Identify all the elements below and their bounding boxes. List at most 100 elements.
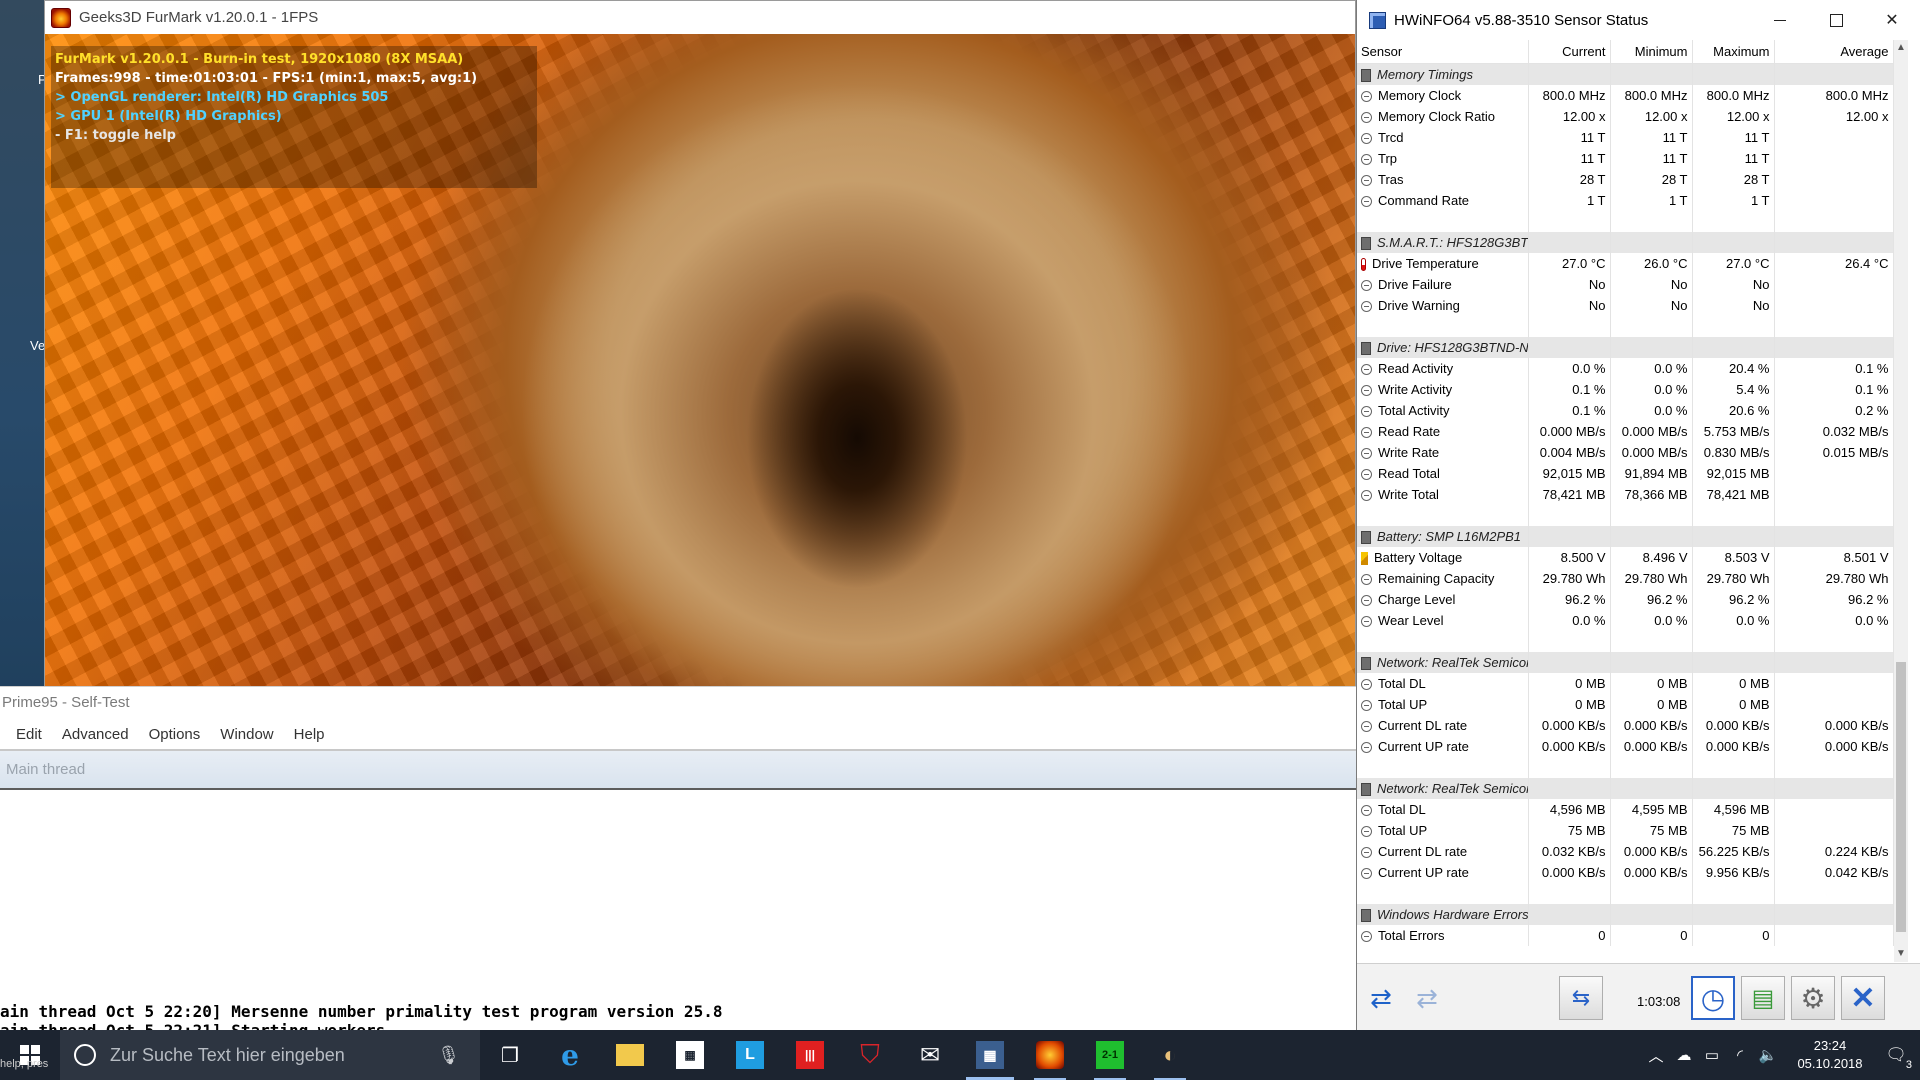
onedrive-icon[interactable]: ☁ <box>1670 1046 1698 1064</box>
arrow-left-right-icon[interactable]: ⇄ <box>1359 976 1403 1020</box>
taskbar-clock[interactable]: 23:24 05.10.2018 <box>1788 1037 1872 1073</box>
sensor-row[interactable]: Write Rate 0.004 MB/s 0.000 MB/s 0.830 MB/s… <box>1357 442 1894 463</box>
paint-taskbar-icon[interactable]: ◐ <box>1140 1030 1200 1080</box>
sensor-row[interactable]: Current UP rate 0.000 KB/s 0.000 KB/s 9.956… <box>1357 862 1894 883</box>
value-min: 8.496 V <box>1610 547 1693 568</box>
sensor-row[interactable]: Drive Temperature 27.0 °C 26.0 °C 27.0 °C 26… <box>1357 253 1894 274</box>
sensor-group-row[interactable]: Drive: HFS128G3BTND-N210A... <box>1357 337 1894 358</box>
store-icon[interactable]: ▦ <box>660 1030 720 1080</box>
sensor-row[interactable]: Total Activity 0.1 % 0.0 % 20.6 % 0.2 % <box>1357 400 1894 421</box>
sensor-row[interactable]: Trp 11 T 11 T 11 T <box>1357 148 1894 169</box>
microphone-icon[interactable]: 🎙 <box>437 1045 460 1066</box>
sensor-name-cell: Drive Temperature <box>1357 253 1529 274</box>
red-app-icon[interactable]: ||| <box>780 1030 840 1080</box>
gear-icon[interactable]: ⚙ <box>1791 976 1835 1020</box>
sensor-grid[interactable]: Sensor Current Minimum Maximum Average M… <box>1357 40 1908 962</box>
vertical-scrollbar[interactable]: ▲ ▼ <box>1894 40 1908 962</box>
sensor-row[interactable]: Read Total 92,015 MB 91,894 MB 92,015 MB <box>1357 463 1894 484</box>
sensor-row[interactable]: Memory Clock Ratio 12.00 x 12.00 x 12.00 x1… <box>1357 106 1894 127</box>
furmark-render-view[interactable]: FurMark v1.20.0.1 - Burn-in test, 1920x1… <box>45 34 1355 686</box>
empty-cell <box>1528 337 1611 358</box>
sensor-row[interactable]: Current DL rate 0.032 KB/s 0.000 KB/s 56.22… <box>1357 841 1894 862</box>
furmark-window[interactable]: Geeks3D FurMark v1.20.0.1 - 1FPS FurMark… <box>44 0 1356 686</box>
l-app-icon[interactable]: L <box>720 1030 780 1080</box>
menu-edit[interactable]: Edit <box>0 726 52 743</box>
menu-help[interactable]: Help <box>284 726 335 743</box>
notification-center-icon[interactable]: 🗨 3 <box>1872 1045 1920 1071</box>
sensor-row[interactable]: Write Activity 0.1 % 0.0 % 5.4 % 0.1 % <box>1357 379 1894 400</box>
mcafee-icon[interactable]: ⛉ <box>840 1030 900 1080</box>
sensor-row[interactable]: Read Rate 0.000 MB/s 0.000 MB/s 5.753 MB/s 0… <box>1357 421 1894 442</box>
gpu-shark-taskbar-icon[interactable]: 2-1 <box>1080 1030 1140 1080</box>
taskbar-search[interactable]: Zur Suche Text hier eingeben 🎙 <box>60 1030 480 1080</box>
wifi-icon[interactable]: ◜ <box>1726 1046 1754 1064</box>
furmark-titlebar[interactable]: Geeks3D FurMark v1.20.0.1 - 1FPS <box>45 1 1355 34</box>
sensor-row[interactable]: Total UP 75 MB 75 MB 75 MB <box>1357 820 1894 841</box>
minimize-button[interactable] <box>1752 0 1808 40</box>
value-min: 11 T <box>1610 127 1693 148</box>
sensor-row[interactable]: Command Rate 1 T1 T1 T <box>1357 190 1894 211</box>
hwinfo-titlebar[interactable]: HWiNFO64 v5.88-3510 Sensor Status ✕ <box>1357 0 1920 40</box>
hwinfo-taskbar-icon[interactable]: ▦ <box>960 1030 1020 1080</box>
sensor-row[interactable]: Drive Warning No No No <box>1357 295 1894 316</box>
tab-main-thread[interactable]: Main thread <box>0 751 1356 790</box>
sensor-row[interactable]: Charge Level 96.2 % 96.2 % 96.2 % 96.2 % <box>1357 589 1894 610</box>
sensor-group-row[interactable]: S.M.A.R.T.: HFS128G3BTND-... <box>1357 232 1894 253</box>
volume-mute-icon[interactable]: 🔈 <box>1754 1046 1782 1064</box>
menu-advanced[interactable]: Advanced <box>52 726 139 743</box>
sensor-group-row[interactable]: Memory Timings <box>1357 63 1894 85</box>
column-header-minimum[interactable]: Minimum <box>1610 40 1693 64</box>
start-button[interactable] <box>0 1030 60 1080</box>
sensor-row[interactable]: Drive Failure No No No <box>1357 274 1894 295</box>
sensor-row[interactable]: Write Total 78,421 MB 78,366 MB 78,421 MB <box>1357 484 1894 505</box>
close-x-icon[interactable]: ✕ <box>1841 976 1885 1020</box>
menu-window[interactable]: Window <box>210 726 283 743</box>
column-header-current[interactable]: Current <box>1528 40 1611 64</box>
column-header-sensor[interactable]: Sensor <box>1357 40 1529 64</box>
hwinfo-window[interactable]: HWiNFO64 v5.88-3510 Sensor Status ✕ Sens… <box>1356 0 1920 1031</box>
sensor-group-row[interactable]: Windows Hardware Errors (... <box>1357 904 1894 925</box>
sensor-row[interactable]: Total DL 4,596 MB 4,595 MB 4,596 MB <box>1357 799 1894 820</box>
sensor-row[interactable]: Wear Level 0.0 % 0.0 % 0.0 % 0.0 % <box>1357 610 1894 631</box>
sensor-row[interactable]: Memory Clock 800.0 MHz 800.0 MHz 800.0 MHz 8… <box>1357 85 1894 106</box>
menu-options[interactable]: Options <box>139 726 211 743</box>
clock-icon[interactable]: ◷ <box>1691 976 1735 1020</box>
sensor-row[interactable]: Total Errors 0 0 0 <box>1357 925 1894 946</box>
value-min: 0.0 % <box>1610 379 1693 400</box>
scroll-up-arrow-icon[interactable]: ▲ <box>1894 40 1908 56</box>
sensor-row[interactable]: Total DL 0 MB 0 MB 0 MB <box>1357 673 1894 694</box>
sensor-name-cell: Drive Failure <box>1357 274 1529 295</box>
sensor-row[interactable]: Battery Voltage 8.500 V 8.496 V 8.503 V 8.50… <box>1357 547 1894 568</box>
mail-icon[interactable]: ✉ <box>900 1030 960 1080</box>
sensor-row[interactable]: Read Activity 0.0 % 0.0 % 20.4 % 0.1 % <box>1357 358 1894 379</box>
sensor-row[interactable]: Trcd 11 T 11 T 11 T <box>1357 127 1894 148</box>
sensor-row[interactable]: Tras 28 T 28 T 28 T <box>1357 169 1894 190</box>
sensor-row[interactable]: Current UP rate 0.000 KB/s 0.000 KB/s 0.000… <box>1357 736 1894 757</box>
sensor-row[interactable]: Remaining Capacity 29.780 Wh 29.780 Wh 29.7… <box>1357 568 1894 589</box>
battery-icon[interactable]: ▭ <box>1698 1046 1726 1064</box>
furmark-taskbar-icon[interactable] <box>1020 1030 1080 1080</box>
sensor-row[interactable]: Current DL rate 0.000 KB/s 0.000 KB/s 0.000… <box>1357 715 1894 736</box>
task-view-icon[interactable]: ❐ <box>480 1030 540 1080</box>
search-input[interactable]: Zur Suche Text hier eingeben <box>110 1045 345 1066</box>
spacer-row <box>1357 757 1894 778</box>
scroll-thumb[interactable] <box>1896 662 1906 932</box>
maximize-button[interactable] <box>1808 0 1864 40</box>
empty-cell <box>1774 652 1894 673</box>
scroll-down-arrow-icon[interactable]: ▼ <box>1894 946 1908 962</box>
sensor-group-row[interactable]: Battery: SMP L16M2PB1 <box>1357 526 1894 547</box>
sensor-group-row[interactable]: Network: RealTek Semicondu... <box>1357 652 1894 673</box>
network-icon[interactable]: ⇆ <box>1559 976 1603 1020</box>
sensor-row[interactable]: Total UP 0 MB 0 MB 0 MB <box>1357 694 1894 715</box>
edge-icon[interactable]: e <box>540 1030 600 1080</box>
chevron-up-icon[interactable]: ︿ <box>1642 1045 1670 1066</box>
value-avg <box>1774 925 1894 946</box>
column-header-average[interactable]: Average <box>1774 40 1894 64</box>
prime95-window[interactable]: Prime95 - Self-Test Edit Advanced Option… <box>0 686 1356 1040</box>
log-file-icon[interactable]: ▤ <box>1741 976 1785 1020</box>
column-header-maximum[interactable]: Maximum <box>1692 40 1775 64</box>
close-button[interactable]: ✕ <box>1864 0 1920 40</box>
value-max: 29.780 Wh <box>1692 568 1775 589</box>
file-explorer-icon[interactable] <box>600 1030 660 1080</box>
sensor-group-row[interactable]: Network: RealTek Semicondu... <box>1357 778 1894 799</box>
